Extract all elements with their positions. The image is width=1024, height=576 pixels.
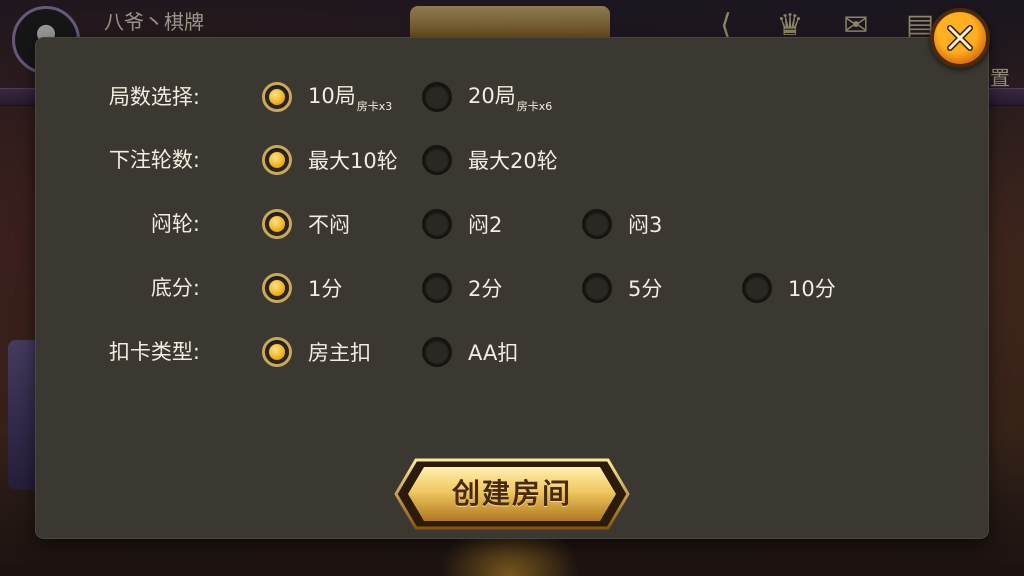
create-room-label: 创建房间 [451,477,572,510]
no-blind-option[interactable]: 不闷 [262,202,350,246]
round-20-option[interactable]: 20局房卡x6 [422,75,552,119]
max-20-rounds-option[interactable]: 最大20轮 [422,138,558,182]
close-icon [947,25,973,51]
radio-selected-icon[interactable] [262,145,292,175]
room-card-cost: 房卡x6 [516,100,553,113]
bet-rounds-label: 下注轮数: [108,148,200,172]
blind-3-option[interactable]: 闷3 [582,202,662,246]
card-deduction-row: 扣卡类型: 房主扣 AA扣 [36,330,988,374]
base-score-row: 底分: 1分 2分 5分 10分 [36,266,988,310]
radio-selected-icon[interactable] [262,273,292,303]
score-2-option[interactable]: 2分 [422,266,502,310]
radio-unselected-icon[interactable] [422,209,452,239]
host-pays-option[interactable]: 房主扣 [262,330,371,374]
create-room-dialog: 局数选择: 10局房卡x3 20局房卡x6 下注轮数: 最大10轮 最大20轮 … [36,38,988,538]
option-label: 5分 [628,277,663,301]
room-card-cost: 房卡x3 [356,100,393,113]
radio-unselected-icon[interactable] [422,145,452,175]
radio-unselected-icon[interactable] [742,273,772,303]
option-label: AA扣 [468,341,519,365]
option-label: 10局 [308,84,356,108]
bet-rounds-row: 下注轮数: 最大10轮 最大20轮 [36,138,988,182]
radio-selected-icon[interactable] [262,337,292,367]
split-pay-option[interactable]: AA扣 [422,330,518,374]
round-10-option[interactable]: 10局房卡x3 [262,75,392,119]
max-10-rounds-option[interactable]: 最大10轮 [262,138,398,182]
option-label: 房主扣 [308,341,371,365]
radio-unselected-icon[interactable] [422,273,452,303]
option-label: 1分 [308,277,343,301]
option-label: 闷3 [628,213,663,237]
score-5-option[interactable]: 5分 [582,266,662,310]
create-room-button[interactable]: 创建房间 [394,458,630,530]
option-label: 10分 [788,277,836,301]
radio-unselected-icon[interactable] [582,209,612,239]
option-label: 不闷 [308,213,350,237]
score-10-option[interactable]: 10分 [742,266,836,310]
blind-rounds-row: 闷轮: 不闷 闷2 闷3 [36,202,988,246]
radio-unselected-icon[interactable] [582,273,612,303]
score-1-option[interactable]: 1分 [262,266,342,310]
radio-unselected-icon[interactable] [422,82,452,112]
base-score-label: 底分: [150,276,200,300]
option-label: 2分 [468,277,503,301]
blind-rounds-label: 闷轮: [150,212,200,236]
close-button[interactable] [930,8,990,68]
round-count-label: 局数选择: [108,85,200,109]
round-count-row: 局数选择: 10局房卡x3 20局房卡x6 [36,75,988,119]
option-label: 闷2 [468,213,503,237]
option-label: 最大10轮 [308,149,398,173]
radio-unselected-icon[interactable] [422,337,452,367]
option-label: 20局 [468,84,516,108]
radio-selected-icon[interactable] [262,209,292,239]
blind-2-option[interactable]: 闷2 [422,202,502,246]
card-deduction-label: 扣卡类型: [108,340,200,364]
option-label: 最大20轮 [468,149,558,173]
radio-selected-icon[interactable] [262,82,292,112]
